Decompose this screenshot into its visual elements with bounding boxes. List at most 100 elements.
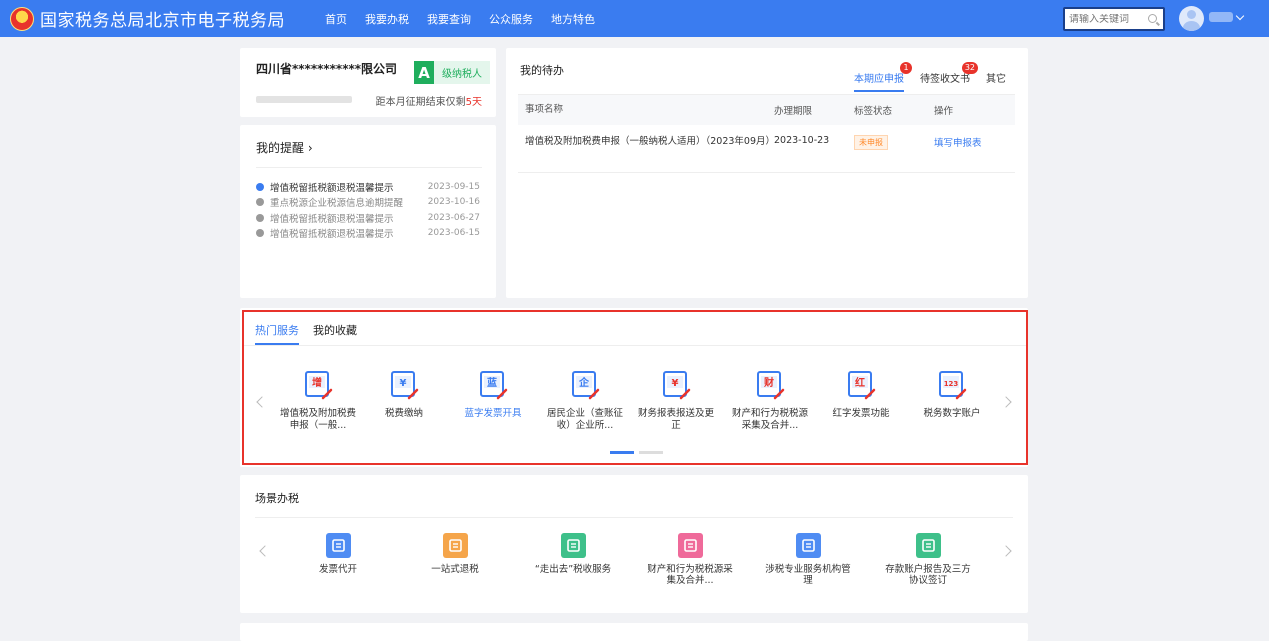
tab-label: 待签收文书	[920, 74, 970, 85]
search-input[interactable]	[1065, 13, 1143, 25]
reminder-text: 增值税留抵税额退税温馨提示	[270, 213, 394, 225]
action-cell: 填写申报表	[934, 135, 1014, 149]
reminder-date: 2023-10-16	[427, 197, 480, 208]
vat-declare-icon: 增	[301, 368, 335, 402]
scene-item[interactable]: 存款账户报告及三方协议签订	[883, 533, 973, 586]
property-scene-icon	[677, 533, 703, 558]
user-avatar[interactable]	[1179, 6, 1204, 31]
scene-item[interactable]: 发票代开	[293, 533, 383, 575]
reminder-item[interactable]: 增值税留抵税额退税温馨提示 2023-09-15	[256, 179, 480, 195]
service-label: 红字发票功能	[832, 408, 890, 419]
deadline-days: 5天	[465, 97, 482, 108]
scene-label: 一站式退税	[431, 564, 479, 575]
reminders-title[interactable]: 我的提醒 ›	[256, 139, 313, 156]
service-label: 财务报表报送及更正	[637, 408, 714, 431]
property-tax-icon: 财	[753, 368, 787, 402]
deadline-prefix: 距本月征期结束仅剩	[375, 97, 466, 108]
invoice-issue-icon	[325, 533, 351, 558]
reminder-item[interactable]: 重点税源企业税源信息逾期提醒 2023-10-16	[256, 195, 480, 211]
tab-hot-services[interactable]: 热门服务	[255, 322, 299, 345]
nav-do-tax[interactable]: 我要办税	[365, 11, 409, 27]
nav-local-feature[interactable]: 地方特色	[551, 11, 595, 27]
reminder-date: 2023-06-15	[427, 228, 480, 239]
scene-label: 存款账户报告及三方协议签订	[885, 564, 971, 586]
service-item[interactable]: ¥ 财务报表报送及更正	[636, 368, 716, 432]
todo-item-name: 增值税及附加税费申报（一般纳税人适用）（2023年09月）	[525, 136, 776, 147]
pager-dot-1[interactable]	[610, 451, 634, 454]
table-header: 事项名称 办理期限 标签状态 操作	[518, 94, 1015, 125]
service-label: 财产和行为税税源采集及合并...	[731, 408, 808, 431]
svg-text:财: 财	[763, 376, 774, 389]
digital-account-icon: 123	[935, 368, 969, 402]
tab-label: 其它	[986, 74, 1006, 85]
prev-arrow-icon[interactable]	[259, 545, 271, 557]
column-header: 标签状态	[854, 106, 893, 117]
scene-item[interactable]: 涉税专业服务机构管理	[763, 533, 853, 586]
reminder-list: 增值税留抵税额退税温馨提示 2023-09-15 重点税源企业税源信息逾期提醒 …	[256, 179, 480, 241]
more-card	[240, 623, 1028, 641]
next-arrow-icon[interactable]	[1000, 396, 1012, 408]
tax-id-masked	[256, 96, 352, 103]
search-box	[1063, 7, 1165, 31]
prev-arrow-icon[interactable]	[256, 396, 268, 408]
column-header: 办理期限	[774, 106, 813, 117]
enterprise-tax-icon: 企	[568, 368, 602, 402]
tax-emblem-logo[interactable]	[10, 6, 34, 31]
nav-public-service[interactable]: 公众服务	[489, 11, 533, 27]
count-badge: 32	[961, 62, 978, 74]
nav-query[interactable]: 我要查询	[427, 11, 471, 27]
todo-title: 我的待办	[520, 64, 564, 77]
site-title[interactable]: 国家税务总局北京市电子税务局	[40, 6, 285, 31]
scene-card: 场景办税 发票代开 一站式退税 “走出去”税收服务 财产和行为税税源采集及合并... 涉…	[240, 475, 1028, 613]
top-nav-bar: 国家税务总局北京市电子税务局 首页 我要办税 我要查询 公众服务 地方特色	[0, 0, 1269, 37]
service-item[interactable]: 企居民企业（查账征收）企业所...	[545, 368, 625, 432]
service-item[interactable]: 红红字发票功能	[821, 368, 901, 420]
service-item[interactable]: 蓝蓝字发票开具	[453, 368, 533, 420]
tab-current-declare[interactable]: 本期应申报 1	[854, 62, 912, 92]
chevron-down-icon[interactable]	[1235, 11, 1245, 21]
scene-title: 场景办税	[255, 492, 299, 505]
service-label: 税务数字账户	[923, 408, 981, 419]
reminder-item[interactable]: 增值税留抵税额退税温馨提示 2023-06-27	[256, 210, 480, 226]
agency-icon	[795, 533, 821, 558]
next-arrow-icon[interactable]	[1000, 545, 1012, 557]
divider	[242, 345, 1026, 346]
taxpayer-grade-badge: A 级纳税人	[414, 61, 490, 84]
deadline-notice: 距本月征期结束仅剩5天	[376, 93, 482, 108]
fill-declaration-link[interactable]: 填写申报表	[934, 138, 982, 149]
financial-report-icon: ¥	[659, 368, 693, 402]
svg-text:蓝: 蓝	[487, 376, 497, 389]
blue-invoice-icon: 蓝	[476, 368, 510, 402]
scene-item[interactable]: “走出去”税收服务	[528, 533, 618, 575]
service-item[interactable]: 123 税务数字账户	[912, 368, 992, 420]
service-item[interactable]: 增增值税及附加税费申报（一般...	[278, 368, 358, 432]
tab-my-favorites[interactable]: 我的收藏	[313, 322, 357, 345]
company-card: 四川省***********限公司 A 级纳税人 距本月征期结束仅剩5天	[240, 48, 496, 117]
todo-table: 事项名称 办理期限 标签状态 操作 增值税及附加税费申报（一般纳税人适用）（20…	[518, 94, 1015, 173]
service-item[interactable]: ¥ 税费缴纳	[364, 368, 444, 420]
tab-pending-documents[interactable]: 待签收文书 32	[920, 62, 978, 92]
reminder-item[interactable]: 增值税留抵税额退税温馨提示 2023-06-15	[256, 226, 480, 242]
svg-text:企: 企	[578, 376, 590, 389]
nav-home[interactable]: 首页	[325, 11, 347, 27]
search-icon[interactable]	[1148, 14, 1157, 23]
reminders-card: 我的提醒 › 增值税留抵税额退税温馨提示 2023-09-15 重点税源企业税源…	[240, 125, 496, 298]
service-label: 蓝字发票开具	[464, 408, 522, 419]
svg-text:增: 增	[312, 376, 322, 389]
column-header: 操作	[934, 106, 954, 117]
reminder-text: 增值税留抵税额退税温馨提示	[270, 229, 394, 241]
table-row: 增值税及附加税费申报（一般纳税人适用）（2023年09月） 2023-10-23…	[518, 125, 1015, 173]
status-badge: 未申报	[854, 135, 888, 150]
carousel-pager	[610, 451, 668, 454]
deposit-account-icon	[915, 533, 941, 558]
service-item[interactable]: 财财产和行为税税源采集及合并...	[730, 368, 810, 432]
service-tabs: 热门服务 我的收藏	[255, 322, 371, 345]
pager-dot-2[interactable]	[639, 451, 663, 454]
tax-payment-icon: ¥	[387, 368, 421, 402]
tab-other[interactable]: 其它	[986, 70, 1006, 92]
scene-item[interactable]: 财产和行为税税源采集及合并...	[645, 533, 735, 586]
service-label: 增值税及附加税费申报（一般...	[279, 408, 356, 431]
company-name: 四川省***********限公司	[256, 62, 398, 76]
scene-item[interactable]: 一站式退税	[410, 533, 500, 575]
user-name-masked[interactable]	[1209, 12, 1233, 22]
